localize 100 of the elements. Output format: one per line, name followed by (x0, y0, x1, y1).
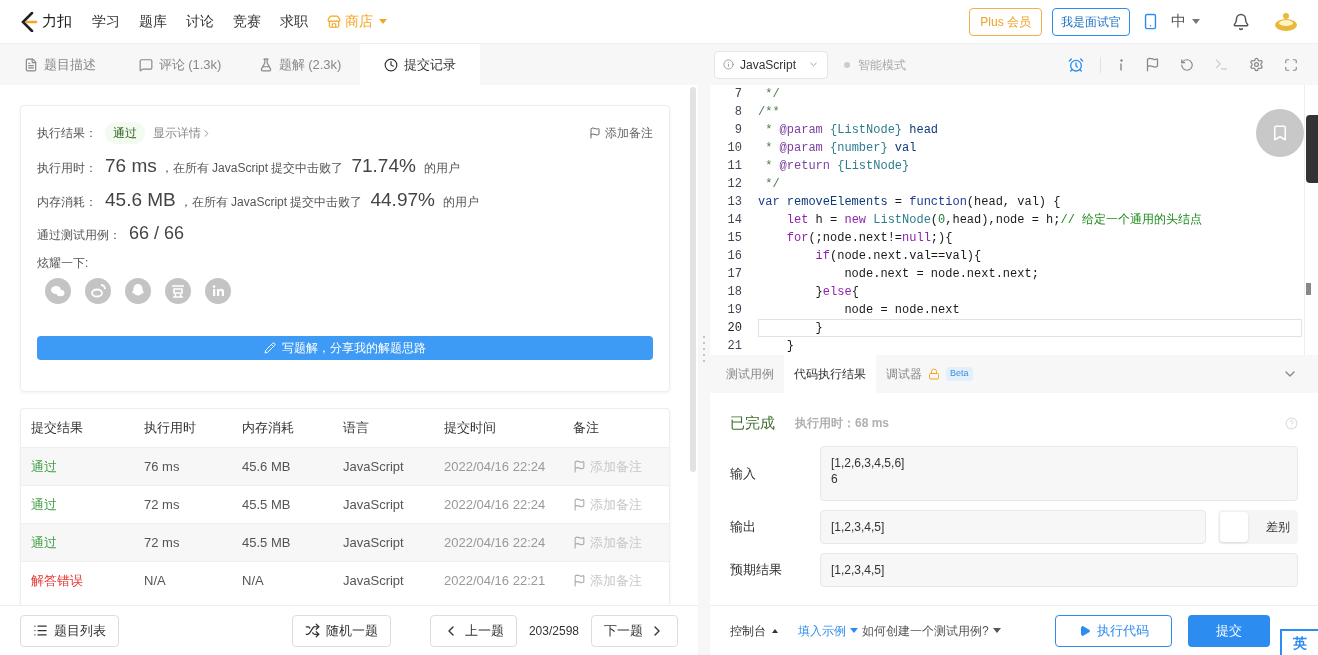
code-line: node.next = node.next.next; (843, 266, 1039, 283)
problem-list-button[interactable]: 题目列表 (20, 614, 119, 647)
phone-icon[interactable] (1142, 13, 1159, 30)
help-link[interactable]: 如何创建一个测试用例? (862, 621, 1001, 640)
line-number: 11 (726, 158, 743, 175)
caret-icon (1192, 19, 1200, 24)
random-button[interactable]: 随机一题 (291, 614, 391, 647)
line-number: 17 (726, 266, 743, 283)
console-tab[interactable]: 代码执行结果 (784, 355, 876, 393)
result-cell[interactable]: 通过 (31, 532, 144, 553)
tab[interactable]: 题解 (2.3k) (240, 44, 360, 85)
cases-value: 66 / 66 (129, 222, 185, 245)
line-number: 18 (726, 284, 743, 301)
info-icon (723, 58, 734, 71)
result-cell[interactable]: 通过 (31, 494, 144, 515)
column-header: 内存消耗 (242, 419, 295, 438)
flag-icon (573, 498, 586, 511)
memory-cell-text: 45.5 MB (242, 495, 292, 514)
runtime-cell-text: N/A (144, 571, 167, 590)
runtime-cell-text: 72 ms (144, 495, 181, 514)
tab[interactable]: 提交记录 (360, 44, 480, 85)
fullscreen-icon[interactable] (1284, 57, 1298, 72)
nav-link[interactable]: 讨论 (186, 11, 214, 32)
notes-button[interactable] (1256, 109, 1304, 157)
next-button[interactable]: 下一题 (591, 614, 678, 647)
beta-badge: Beta (946, 367, 973, 381)
flag-icon[interactable] (1145, 57, 1160, 72)
lock-icon (928, 368, 940, 380)
solution-icon (258, 57, 273, 72)
stat-suffix: 的用户 (423, 160, 460, 177)
reset-icon[interactable] (1180, 57, 1194, 72)
wechat-icon[interactable] (45, 278, 71, 304)
nav-link[interactable]: 题库 (139, 11, 167, 32)
code-line: */ (764, 176, 780, 193)
nav-link[interactable]: 求职 (280, 11, 308, 32)
minimap (1306, 115, 1318, 183)
line-number: 9 (733, 122, 743, 139)
console-tab[interactable]: 调试器 Beta (876, 355, 983, 393)
result-cell[interactable]: 解答错误 (31, 570, 144, 591)
language-cell-text: JavaScript (343, 457, 405, 476)
info-icon[interactable] (1117, 58, 1125, 71)
scrollbar-thumb[interactable] (690, 87, 696, 472)
code-line: }else{ (814, 284, 859, 301)
details-link[interactable]: 显示详情 (153, 124, 212, 142)
tab[interactable]: 题目描述 (0, 44, 120, 85)
logo-text[interactable]: 力扣 (42, 10, 72, 33)
settings-icon[interactable] (1249, 57, 1264, 72)
play-icon (1078, 624, 1091, 637)
terminal-icon[interactable] (1214, 57, 1229, 72)
submit-button[interactable]: 提交 (1188, 614, 1270, 647)
code-line: * @param {ListNode} head (764, 122, 939, 139)
stat-value: 45.6 MB (105, 188, 176, 212)
alarm-clock-icon[interactable] (1068, 56, 1084, 73)
flag-icon (573, 460, 586, 473)
tab[interactable]: 评论 (1.3k) (120, 44, 240, 85)
run-code-button[interactable]: 执行代码 (1055, 614, 1172, 647)
caret-icon (379, 19, 387, 24)
language-cell-text: JavaScript (343, 495, 405, 514)
logo-icon[interactable] (20, 11, 38, 32)
interviewer-button[interactable]: 我是面试官 (1052, 7, 1130, 36)
nav-link[interactable]: 竞赛 (233, 11, 261, 32)
code-line: var removeElements = function(head, val) { (758, 194, 1061, 211)
language-select[interactable]: JavaScript (714, 50, 828, 79)
language-label[interactable]: 中 (1171, 10, 1186, 33)
ime-indicator[interactable]: 英 (1280, 629, 1318, 655)
write-solution-button[interactable]: 写题解，分享我的解题思路 (37, 336, 653, 360)
language-cell-text: JavaScript (343, 533, 405, 552)
code-line: * @param {number} val (764, 140, 917, 157)
time-cell-text: 2022/04/16 22:24 (444, 533, 547, 552)
notification-icon[interactable] (1232, 12, 1250, 31)
help-icon[interactable] (1285, 416, 1298, 430)
line-number: 7 (733, 86, 743, 103)
column-header: 语言 (343, 419, 370, 438)
result-cell[interactable]: 通过 (31, 456, 144, 477)
field-value: 6 (831, 471, 839, 487)
description-icon (24, 57, 38, 72)
console-tab[interactable]: 测试用例 (716, 355, 784, 393)
status-badge: 通过 (105, 122, 145, 144)
add-note-button[interactable]: 添加备注 (589, 124, 653, 142)
caret-icon (850, 628, 858, 633)
weibo-icon[interactable] (85, 278, 111, 304)
memory-cell-text: N/A (242, 571, 265, 590)
column-header: 备注 (573, 419, 600, 438)
fill-example-link[interactable]: 填入示例 (798, 621, 858, 640)
caret-up-icon (772, 628, 778, 633)
console-toggle[interactable]: 控制台 (730, 621, 778, 640)
nav-link[interactable]: 学习 (92, 11, 120, 32)
avatar-icon[interactable] (1274, 10, 1298, 33)
share-label: 炫耀一下: (37, 255, 90, 272)
caret-icon (992, 628, 1001, 633)
stat-label: 内存消耗： (37, 194, 98, 211)
linkedin-icon[interactable] (205, 278, 231, 304)
scrollbar-thumb[interactable] (1306, 283, 1311, 295)
memory-cell-text: 45.6 MB (242, 457, 292, 476)
diff-toggle[interactable]: 差别 (1218, 510, 1298, 544)
run-status: 已完成 (730, 412, 775, 433)
drag-handle-icon[interactable] (703, 334, 705, 365)
column-header: 提交时间 (444, 419, 497, 438)
bookmark-icon (1271, 124, 1289, 142)
previous-button[interactable]: 上一题 (429, 614, 517, 647)
